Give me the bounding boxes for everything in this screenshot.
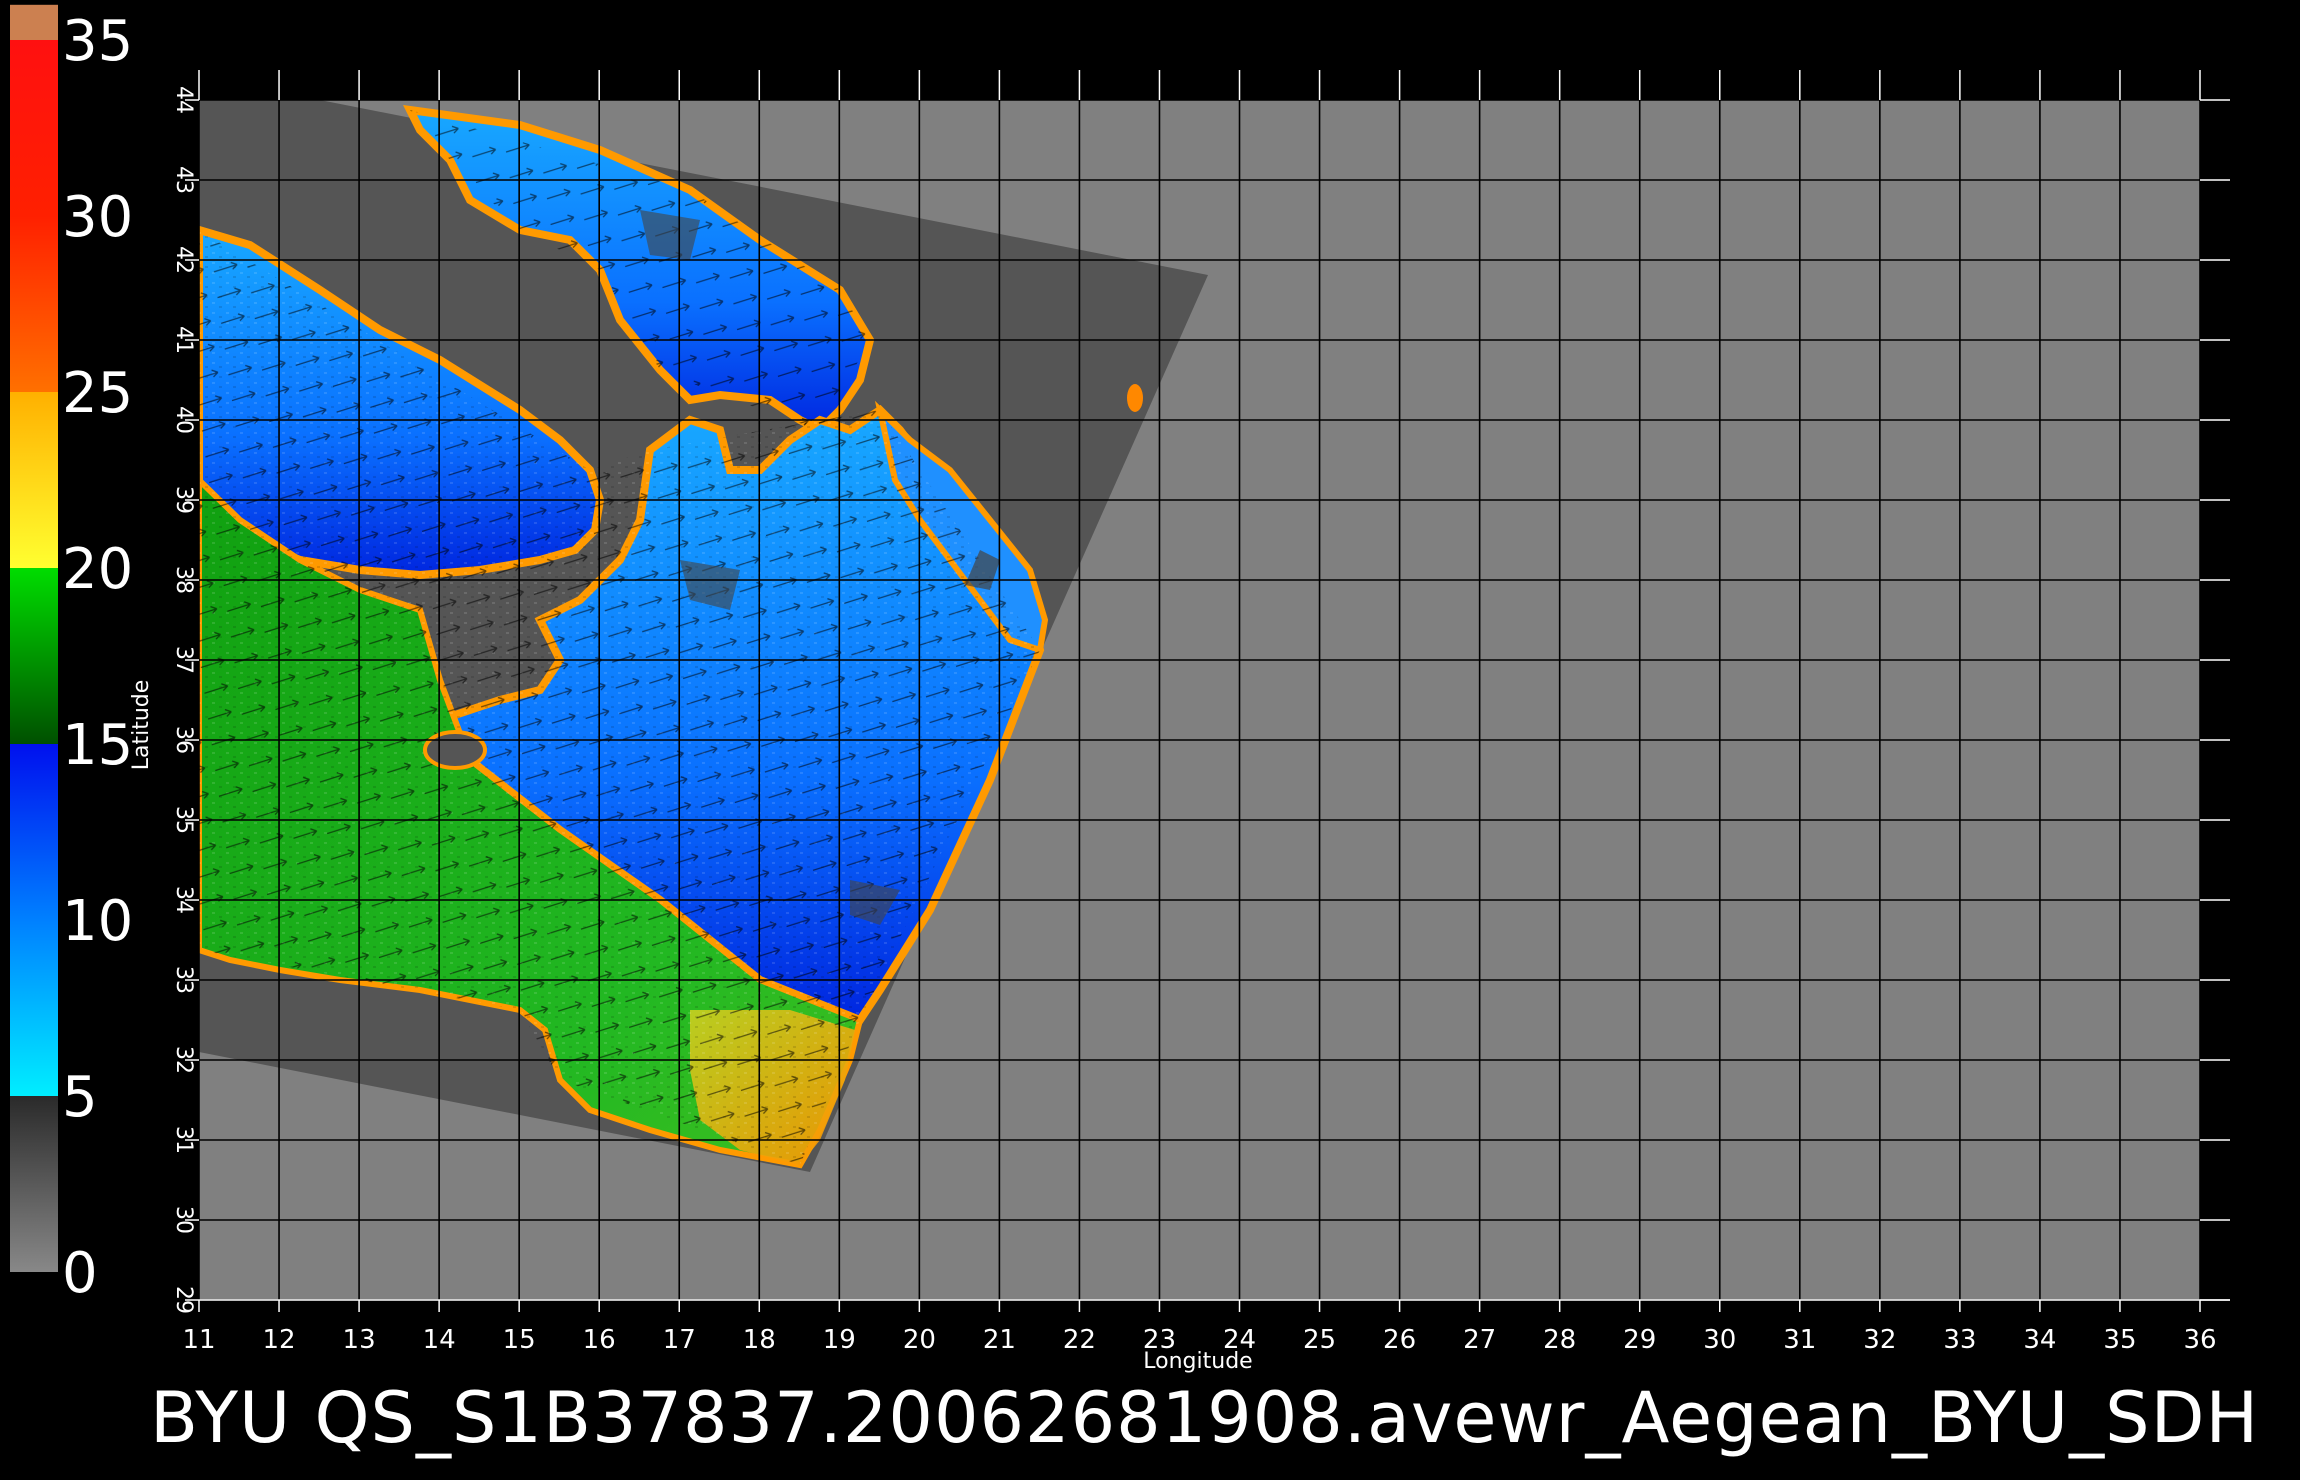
longitude-tick-label: 13 (343, 1325, 376, 1355)
scatterometer-wind-image: 11 12 13 14 15 16 17 18 19 20 21 22 23 24 25 26 27 28 29 30… (0, 0, 2300, 1480)
colorbar-label: 25 (62, 361, 133, 426)
latitude-tick-label: 33 (171, 966, 196, 994)
latitude-tick-label: 30 (171, 1206, 196, 1234)
colorbar-segment (10, 40, 58, 216)
colorbar-label: 15 (62, 713, 133, 778)
colorbar-label: 35 (62, 9, 133, 74)
latitude-tick-label: 32 (171, 1046, 196, 1074)
latitude-tick-label: 36 (171, 726, 196, 754)
image-caption: BYU QS_S1B37837.20062681908.avewr_Aegean… (150, 1377, 2260, 1459)
longitude-tick-label: 35 (2103, 1325, 2136, 1355)
colorbar-label: 0 (62, 1241, 98, 1306)
longitude-tick-label: 31 (1783, 1325, 1816, 1355)
longitude-tick-label: 36 (2183, 1325, 2216, 1355)
colorbar-segment (10, 392, 58, 568)
longitude-tick-label: 34 (2023, 1325, 2056, 1355)
longitude-tick-label: 17 (663, 1325, 696, 1355)
colorbar-segment (10, 744, 58, 920)
latitude-tick-label: 34 (171, 886, 196, 914)
longitude-tick-label: 12 (262, 1325, 295, 1355)
longitude-tick-label: 19 (823, 1325, 856, 1355)
latitude-tick-label: 37 (171, 646, 196, 674)
colorbar-segment (10, 920, 58, 1096)
latitude-tick-label: 43 (171, 166, 196, 194)
latitude-tick-label: 35 (171, 806, 196, 834)
small-island (1127, 384, 1143, 412)
colorbar-segment (10, 568, 58, 744)
longitude-tick-label: 21 (983, 1325, 1016, 1355)
longitude-tick-label: 32 (1863, 1325, 1896, 1355)
longitude-tick-label: 33 (1943, 1325, 1976, 1355)
longitude-tick-label: 16 (583, 1325, 616, 1355)
latitude-tick-label: 39 (171, 486, 196, 514)
longitude-tick-label: 30 (1703, 1325, 1736, 1355)
longitude-tick-label: 15 (503, 1325, 536, 1355)
latitude-tick-label: 44 (171, 86, 196, 114)
colorbar-label: 10 (62, 889, 133, 954)
longitude-tick-label: 22 (1063, 1325, 1096, 1355)
longitude-tick-label: 11 (182, 1325, 215, 1355)
latitude-tick-label: 41 (171, 326, 196, 354)
colorbar-segment (10, 216, 58, 392)
longitude-tick-label: 29 (1623, 1325, 1656, 1355)
colorbar-labels: 0 5 10 15 20 25 30 35 (62, 9, 133, 1306)
colorbar-segment (10, 4, 58, 41)
sicily-island (423, 730, 487, 770)
colorbar-label: 20 (62, 537, 133, 602)
latitude-tick-label: 42 (171, 246, 196, 274)
longitude-tick-label: 28 (1543, 1325, 1576, 1355)
latitude-tick-label: 29 (171, 1286, 196, 1314)
wind-speed-colorbar (10, 4, 58, 1272)
wind-speed-map: 11 12 13 14 15 16 17 18 19 20 21 22 23 24 25 26 27 28 29 30… (10, 4, 2230, 1374)
latitude-tick-label: 40 (171, 406, 196, 434)
longitude-tick-label: 18 (743, 1325, 776, 1355)
colorbar-label: 30 (62, 185, 133, 250)
longitude-tick-label: 14 (423, 1325, 456, 1355)
colorbar-segment (10, 1096, 58, 1272)
latitude-tick-label: 38 (171, 566, 196, 594)
longitude-tick-label: 26 (1383, 1325, 1416, 1355)
latitude-tick-labels: 29 30 31 32 33 34 35 36 37 38 39 40 41 42 43 44 (171, 86, 196, 1314)
latitude-tick-label: 31 (171, 1126, 196, 1154)
longitude-tick-label: 25 (1303, 1325, 1336, 1355)
colorbar-label: 5 (62, 1065, 98, 1130)
longitude-tick-label: 20 (903, 1325, 936, 1355)
longitude-tick-label: 27 (1463, 1325, 1496, 1355)
